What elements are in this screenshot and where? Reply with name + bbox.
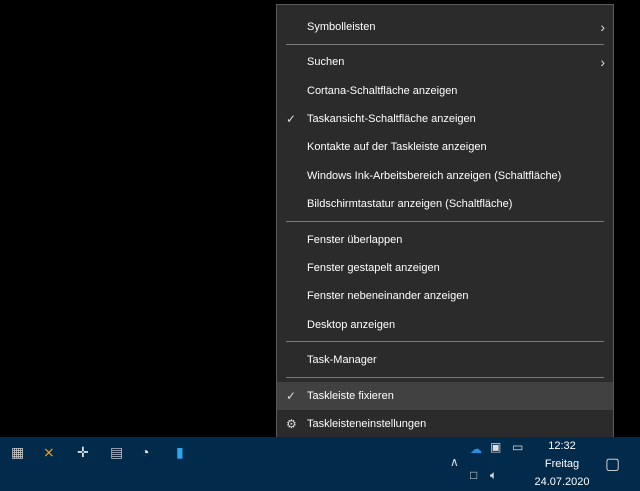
menu-label: Taskleisteneinstellungen [307, 418, 427, 430]
clock-date: 24.07.2020 [534, 476, 590, 488]
separator [286, 44, 604, 45]
menu-label: Bildschirmtastatur anzeigen (Schaltfläch… [307, 198, 513, 210]
menu-label: Taskansicht-Schaltfläche anzeigen [307, 113, 476, 125]
menu-label: Windows Ink-Arbeitsbereich anzeigen (Sch… [307, 170, 562, 182]
menu-label: Desktop anzeigen [307, 319, 396, 331]
checkmark-icon: ✓ [286, 112, 297, 126]
chevron-right-icon: › [600, 19, 605, 35]
onedrive-icon[interactable]: ☁ [470, 442, 482, 456]
clock-time: 12:32 [548, 440, 576, 452]
separator [286, 341, 604, 342]
network-icon[interactable]: □ [470, 468, 477, 482]
menu-label: Suchen [307, 56, 345, 68]
menu-item-nebeneinander[interactable]: Fenster nebeneinander anzeigen [277, 282, 613, 310]
separator [286, 221, 604, 222]
menu-item-taskansicht[interactable]: ✓ Taskansicht-Schaltfläche anzeigen [277, 105, 613, 133]
checkmark-icon: ✓ [286, 389, 297, 403]
menu-item-bildschirmtastatur[interactable]: Bildschirmtastatur anzeigen (Schaltfläch… [277, 190, 613, 218]
volume-icon[interactable]: 🔈︎ [490, 468, 497, 483]
chevron-right-icon: › [600, 54, 605, 70]
menu-item-ueberlappen[interactable]: Fenster überlappen [277, 226, 613, 254]
move-app-icon[interactable]: ✛ [77, 444, 89, 461]
menu-label: Taskleiste fixieren [307, 390, 394, 402]
menu-item-windows-ink[interactable]: Windows Ink-Arbeitsbereich anzeigen (Sch… [277, 162, 613, 190]
menu-label: Task-Manager [307, 354, 377, 366]
calculator-icon[interactable]: ▤ [110, 444, 123, 461]
menu-item-gestapelt[interactable]: Fenster gestapelt anzeigen [277, 254, 613, 282]
taskbar-context-menu: Symbolleisten › Suchen › Cortana-Schaltflä… [276, 4, 614, 442]
menu-label: Cortana-Schaltfläche anzeigen [307, 85, 458, 97]
chevron-up-icon[interactable]: ∧ [450, 455, 459, 469]
battery-icon[interactable]: ▭ [512, 440, 523, 454]
qr-app-icon[interactable]: ▦ [11, 444, 24, 461]
menu-item-kontakte[interactable]: Kontakte auf der Taskleiste anzeigen [277, 133, 613, 161]
update-icon[interactable]: ▣ [490, 440, 501, 454]
menu-item-symbolleisten[interactable]: Symbolleisten › [277, 13, 613, 41]
menu-item-fixieren[interactable]: ✓ Taskleiste fixieren [277, 382, 613, 410]
notification-icon[interactable]: ▢ [605, 454, 620, 474]
menu-item-desktop[interactable]: Desktop anzeigen [277, 311, 613, 339]
menu-label: Kontakte auf der Taskleiste anzeigen [307, 141, 487, 153]
menu-item-einstellungen[interactable]: ⚙ Taskleisteneinstellungen [277, 410, 613, 438]
menu-label: Fenster nebeneinander anzeigen [307, 290, 469, 302]
arrows-app-icon[interactable]: ⨯ [43, 444, 55, 461]
gear-icon: ⚙ [286, 417, 297, 431]
separator [286, 377, 604, 378]
menu-label: Fenster gestapelt anzeigen [307, 262, 440, 274]
taskbar: ▦ ⨯ ✛ ▤ ◔ ▮ ∧ ☁ ▣ ▭ □ 🔈︎ 12:32 Freitag 2… [0, 437, 640, 491]
clock-day: Freitag [544, 458, 580, 470]
clock[interactable]: 12:32 Freitag 24.07.2020 [528, 437, 596, 491]
menu-label: Symbolleisten [307, 21, 376, 33]
phone-app-icon[interactable]: ▮ [176, 444, 184, 461]
menu-item-suchen[interactable]: Suchen › [277, 48, 613, 76]
menu-item-task-manager[interactable]: Task-Manager [277, 346, 613, 374]
menu-label: Fenster überlappen [307, 234, 403, 246]
menu-item-cortana[interactable]: Cortana-Schaltfläche anzeigen [277, 77, 613, 105]
clock-app-icon[interactable]: ◔ [141, 444, 149, 460]
